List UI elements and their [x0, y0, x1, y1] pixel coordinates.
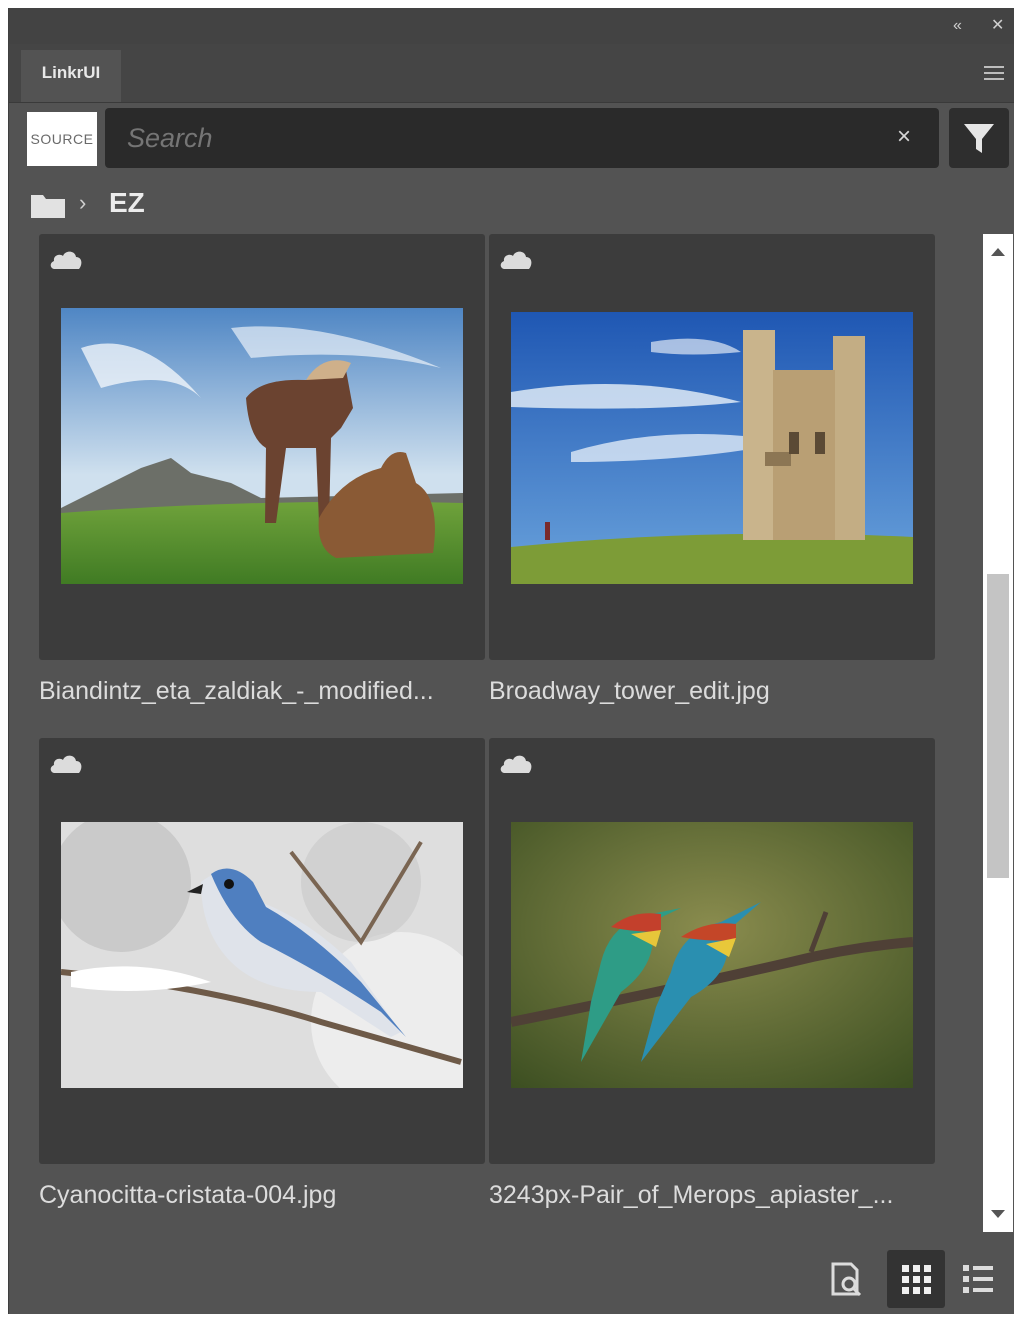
close-icon[interactable]: ✕: [991, 16, 1004, 36]
file-name[interactable]: Biandintz_eta_zaldiak_-_modified...: [39, 676, 434, 706]
grid-view-button[interactable]: [887, 1250, 945, 1308]
scroll-thumb[interactable]: [987, 574, 1009, 878]
file-thumbnail[interactable]: [511, 312, 913, 588]
scroll-up-arrow-icon[interactable]: [991, 248, 1005, 256]
file-thumbnail[interactable]: [511, 822, 913, 1088]
grid-view-icon: [902, 1265, 931, 1294]
breadcrumb-current-folder[interactable]: EZ: [109, 186, 145, 220]
file-name[interactable]: Broadway_tower_edit.jpg: [489, 676, 770, 706]
file-thumbnail[interactable]: [61, 822, 463, 1088]
preview-search-icon: [831, 1262, 862, 1297]
panel-menu-icon[interactable]: [984, 66, 1004, 84]
collapse-icon[interactable]: «: [953, 16, 962, 36]
search-input[interactable]: [105, 108, 939, 168]
file-grid: Biandintz_eta_zaldiak_-_modified... Broa…: [9, 234, 979, 1234]
vertical-scrollbar[interactable]: [983, 234, 1013, 1232]
file-thumbnail[interactable]: [61, 308, 463, 584]
breadcrumb-separator: ›: [79, 190, 87, 215]
cloud-icon: [50, 755, 82, 773]
file-card[interactable]: Broadway_tower_edit.jpg: [489, 234, 935, 705]
source-button[interactable]: SOURCE: [27, 112, 97, 166]
file-card[interactable]: Cyanocitta-cristata-004.jpg: [39, 738, 485, 1209]
filter-button[interactable]: [949, 108, 1009, 168]
filter-icon: [964, 124, 994, 153]
list-view-button[interactable]: [949, 1250, 1007, 1308]
file-card[interactable]: 3243px-Pair_of_Merops_apiaster_...: [489, 738, 935, 1209]
file-name[interactable]: 3243px-Pair_of_Merops_apiaster_...: [489, 1180, 893, 1210]
tab-bar: LinkrUI: [9, 44, 1014, 103]
tab-linkrui[interactable]: LinkrUI: [21, 50, 121, 102]
cloud-icon: [500, 755, 532, 773]
clear-search-icon[interactable]: ×: [897, 124, 911, 150]
linkrui-panel: « ✕ LinkrUI SOURCE × › EZ: [8, 8, 1014, 1314]
file-name[interactable]: Cyanocitta-cristata-004.jpg: [39, 1180, 336, 1210]
folder-icon[interactable]: [31, 192, 65, 218]
file-card[interactable]: Biandintz_eta_zaldiak_-_modified...: [39, 234, 485, 705]
list-view-icon: [963, 1265, 993, 1293]
scroll-down-arrow-icon[interactable]: [991, 1210, 1005, 1218]
cloud-icon: [500, 251, 532, 269]
preview-button[interactable]: [817, 1250, 875, 1308]
view-toolbar: [9, 1234, 1014, 1314]
cloud-icon: [50, 251, 82, 269]
panel-title-bar: « ✕: [9, 8, 1014, 44]
